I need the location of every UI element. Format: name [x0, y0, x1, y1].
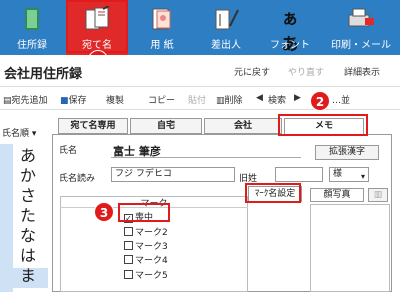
- search-next-button[interactable]: ▶: [294, 93, 301, 103]
- sort-button[interactable]: …並: [332, 93, 350, 106]
- detail-view-button[interactable]: 詳細表示: [344, 65, 380, 78]
- highlight-mourning-checkbox: [118, 203, 170, 222]
- mark-checkbox-3[interactable]: マーク3: [124, 239, 168, 252]
- chevron-down-icon: ▾: [360, 172, 365, 181]
- toolbar: ▤宛先追加 ■保存 複製 コピー 貼付 ▥削除 ◀ 検索 ▶ …並: [0, 86, 400, 110]
- name-label: 氏名: [59, 146, 78, 156]
- add-recipient-label: 宛先追加: [11, 96, 48, 106]
- mark-label: マーク5: [135, 271, 168, 281]
- duplicate-button[interactable]: 複製: [106, 93, 124, 106]
- tab-company[interactable]: 会社: [204, 118, 282, 134]
- tab-label: 用 紙: [150, 40, 174, 51]
- tab-paper[interactable]: 用 紙: [132, 0, 192, 55]
- delete-photo-button[interactable]: ▥: [368, 188, 388, 202]
- font-icon: ぁあ: [281, 9, 299, 55]
- reading-label: 氏名読み: [59, 174, 96, 184]
- printer-mail-icon: [348, 8, 374, 27]
- tab-label: フォント: [270, 40, 310, 51]
- mark-checkbox-4[interactable]: マーク4: [124, 253, 168, 266]
- photo-area[interactable]: [310, 204, 390, 292]
- tab-label: 印刷・メール: [331, 40, 391, 51]
- honorific-select[interactable]: 様 ▾: [329, 167, 369, 182]
- tab-sender[interactable]: 差出人: [196, 0, 256, 55]
- highlight-active-tab: [66, 0, 128, 53]
- checkbox-icon: [124, 270, 133, 279]
- kana-index-na[interactable]: な: [18, 226, 38, 246]
- sender-icon: [215, 9, 239, 30]
- honorific-value: 様: [333, 169, 343, 179]
- add-contact-icon: ▤: [3, 96, 12, 106]
- tab-address-book[interactable]: 住所録: [2, 0, 62, 55]
- ribbon: 住所録 宛て名 用 紙 差出人 ぁあ フォント 印刷・メール: [0, 0, 400, 55]
- face-photo-button[interactable]: 顔写真: [310, 188, 364, 202]
- tab-print-mail[interactable]: 印刷・メール: [324, 0, 398, 55]
- highlight-memo-tab: [278, 114, 368, 136]
- checkbox-icon: [124, 241, 133, 250]
- kana-index-ha[interactable]: は: [18, 246, 38, 266]
- page-title: 会社用住所録: [4, 67, 83, 82]
- tab-font[interactable]: ぁあ フォント: [260, 0, 320, 55]
- kana-index-sa[interactable]: さ: [18, 186, 38, 206]
- trash-icon: ▥: [373, 190, 383, 200]
- checkbox-icon: [124, 227, 133, 236]
- name-underline: [111, 157, 301, 158]
- extended-kanji-button[interactable]: 拡張漢字: [315, 145, 379, 160]
- search-button[interactable]: 検索: [268, 93, 286, 106]
- reading-field[interactable]: フジ フデヒコ: [111, 167, 235, 182]
- address-book-icon: [25, 8, 39, 30]
- checkbox-icon: [124, 255, 133, 264]
- delete-button[interactable]: ▥削除: [216, 93, 243, 106]
- redo-button[interactable]: やり直す: [288, 65, 324, 78]
- tab-label: 住所録: [17, 40, 47, 51]
- kana-index-a[interactable]: あ: [18, 146, 38, 166]
- kana-index-ka[interactable]: か: [18, 166, 38, 186]
- mark-label: マーク4: [135, 256, 168, 266]
- save-button[interactable]: ■保存: [60, 93, 87, 106]
- title-bar: 会社用住所録 元に戻す やり直す 詳細表示: [0, 55, 400, 85]
- highlight-mark-settings: [245, 183, 301, 203]
- copy-button[interactable]: コピー: [148, 93, 175, 106]
- search-prev-button[interactable]: ◀: [256, 93, 263, 103]
- mark-checkbox-2[interactable]: マーク2: [124, 225, 168, 238]
- mark-label: マーク2: [135, 228, 168, 238]
- mark-checkbox-5[interactable]: マーク5: [124, 268, 168, 281]
- save-icon: ■: [60, 96, 69, 106]
- mark-label: マーク3: [135, 242, 168, 252]
- callout-badge-3: 3: [94, 202, 114, 222]
- sort-order-label: 氏名順: [2, 129, 30, 139]
- tab-address-only[interactable]: 宛て名専用: [58, 118, 128, 134]
- callout-badge-2: 2: [310, 91, 330, 111]
- kana-index-ta[interactable]: た: [18, 206, 38, 226]
- old-name-field[interactable]: [275, 167, 323, 182]
- tab-home[interactable]: 自宅: [130, 118, 202, 134]
- undo-button[interactable]: 元に戻す: [234, 65, 270, 78]
- paper-icon: [152, 8, 171, 30]
- trash-icon: ▥: [216, 96, 225, 106]
- save-label: 保存: [68, 96, 87, 106]
- tab-label: 差出人: [211, 40, 241, 51]
- add-recipient-button[interactable]: ▤宛先追加: [3, 93, 48, 106]
- delete-label: 削除: [224, 96, 243, 106]
- kana-index-ma[interactable]: ま: [18, 266, 38, 286]
- paste-button[interactable]: 貼付: [188, 93, 206, 106]
- sort-order-dropdown[interactable]: 氏名順 ▾: [2, 126, 36, 139]
- chevron-down-icon: ▾: [31, 129, 37, 139]
